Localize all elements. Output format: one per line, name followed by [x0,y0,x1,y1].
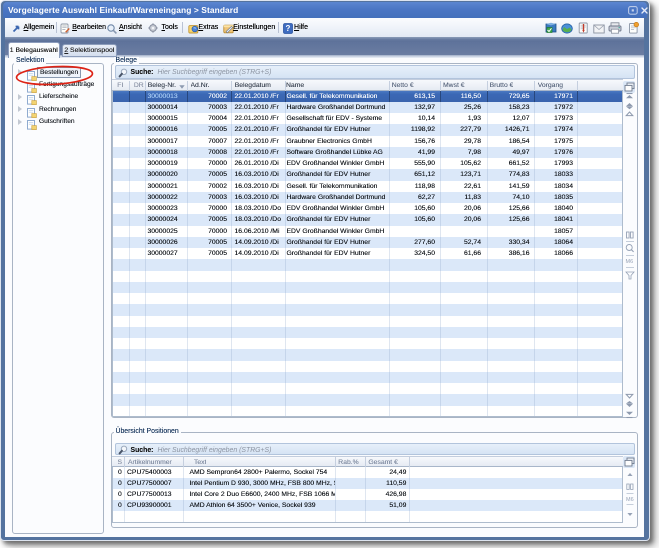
svg-text:?: ? [285,24,290,33]
svg-text:M6: M6 [626,497,634,503]
svg-text:M6: M6 [625,259,633,265]
